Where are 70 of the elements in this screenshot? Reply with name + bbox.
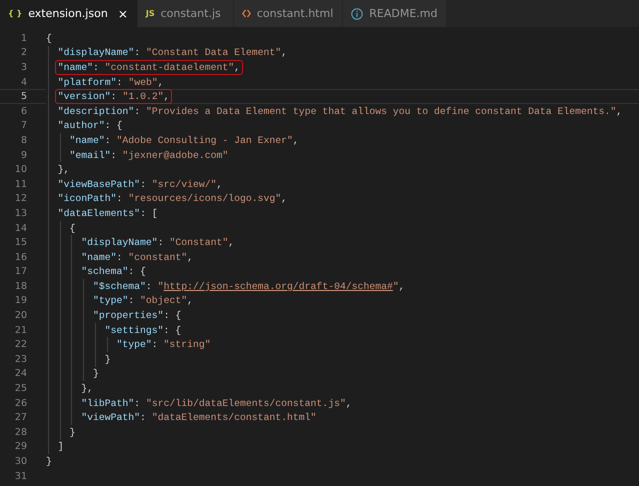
code-line: "properties": { xyxy=(92,309,182,324)
line-number: 2 xyxy=(20,47,27,58)
code-line: "dataElements": [ xyxy=(56,206,159,221)
line-number: 15 xyxy=(14,237,27,248)
line-number: 26 xyxy=(14,398,27,409)
line-number: 9 xyxy=(20,150,27,161)
line-number: 7 xyxy=(20,120,27,132)
code-line: "type": "string" xyxy=(116,338,212,352)
code-line: "$schema": "http://json-schema.org/draft-04/schema#", xyxy=(92,280,406,294)
code-line: } xyxy=(104,352,112,367)
code-line: { xyxy=(68,222,76,236)
code-line: "iconPath": "resources/icons/logo.svg", xyxy=(56,192,288,206)
editor-tab[interactable]: JS constant.js xyxy=(138,0,234,27)
line-number: 29 xyxy=(14,441,27,452)
code-line: "platform": "web", xyxy=(56,76,165,90)
line-number: 27 xyxy=(14,412,27,424)
code-line: } xyxy=(68,426,76,440)
code-line: "viewPath": "dataElements/constant.html" xyxy=(80,411,318,426)
line-number: 6 xyxy=(20,106,27,117)
tab-label: constant.js xyxy=(160,7,221,20)
line-number: 22 xyxy=(14,339,27,350)
line-number: 1 xyxy=(20,32,27,44)
line-number: 28 xyxy=(14,426,27,438)
code-line: } xyxy=(92,367,100,382)
line-number: 13 xyxy=(14,208,27,219)
line-number: 3 xyxy=(20,62,27,73)
code-line: "settings": { xyxy=(104,324,182,338)
line-number: 10 xyxy=(14,164,27,176)
code-line: }, xyxy=(80,382,94,396)
tab-label: extension.json xyxy=(28,7,108,20)
code-line: "description": "Provides a Data Element type that allows you to define constant Data Elements.", xyxy=(56,104,624,119)
line-number: 30 xyxy=(14,456,27,468)
code-line: "displayName": "Constant Data Element", xyxy=(56,46,288,60)
editor-tab[interactable]: README.md xyxy=(343,0,448,27)
code-line: "name": "constant", xyxy=(80,250,194,265)
line-number: 14 xyxy=(14,222,27,234)
close-icon[interactable]: × xyxy=(118,6,128,20)
line-number: 4 xyxy=(20,76,27,88)
file-type-icon: { } xyxy=(8,9,22,18)
code-line: "schema": { xyxy=(80,265,147,280)
code-line: }, xyxy=(56,163,71,178)
tab-label: constant.html xyxy=(256,7,334,20)
code-line: "viewBasePath": "src/view/", xyxy=(56,178,224,192)
line-number: 19 xyxy=(14,295,27,306)
line-number: 17 xyxy=(14,266,27,278)
line-number: 11 xyxy=(14,178,27,190)
line-number: 23 xyxy=(14,354,27,365)
code-line: "author": { xyxy=(56,119,124,134)
line-number: 12 xyxy=(14,193,27,204)
code-line: ] xyxy=(56,440,65,454)
line-number: 31 xyxy=(14,470,27,482)
editor-tab[interactable]: constant.html xyxy=(234,0,344,27)
line-number: 20 xyxy=(14,310,27,322)
code-line: "libPath": "src/lib/dataElements/constant.js", xyxy=(80,396,353,411)
line-number: 8 xyxy=(20,134,27,146)
code-line: "displayName": "Constant", xyxy=(80,236,236,250)
editor-tab[interactable]: { } extension.json × xyxy=(0,0,138,27)
code-line: "type": "object", xyxy=(92,294,194,308)
code-line: "name": "Adobe Consulting - Jan Exner", xyxy=(68,134,300,148)
code-line: } xyxy=(45,455,53,470)
line-number: 18 xyxy=(14,280,27,292)
code-line: "email": "jexner@adobe.com" xyxy=(68,148,230,163)
line-number: 16 xyxy=(14,252,27,263)
code-line: { xyxy=(45,32,53,46)
tab-label: README.md xyxy=(369,7,438,20)
line-number: 25 xyxy=(14,383,27,394)
line-number: 24 xyxy=(14,368,27,380)
file-type-icon: JS xyxy=(146,9,155,18)
line-number: 5 xyxy=(20,91,27,102)
line-number: 21 xyxy=(14,324,27,336)
